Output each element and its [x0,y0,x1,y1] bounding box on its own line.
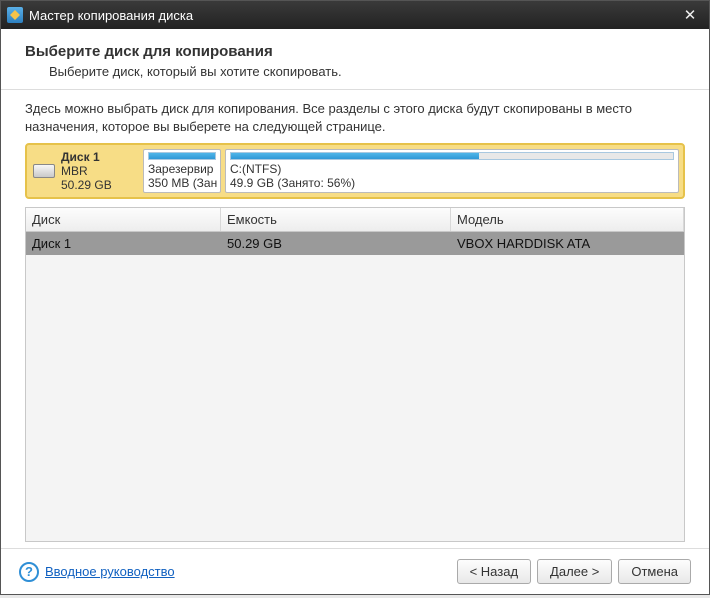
disk-label-text: Диск 1 MBR 50.29 GB [61,150,112,193]
next-button[interactable]: Далее > [537,559,612,584]
partition-reserved[interactable]: Зарезервир 350 MB (Зан [143,149,221,193]
disk-layout-box[interactable]: Диск 1 MBR 50.29 GB Зарезервир 350 MB (З… [25,143,685,199]
col-header-disk[interactable]: Диск [26,208,221,231]
table-row[interactable]: Диск 1 50.29 GB VBOX HARDDISK ATA [26,232,684,255]
partition-usage-fill [231,153,479,159]
help-icon[interactable]: ? [19,562,39,582]
partition-size: 350 MB (Зан [148,176,216,190]
window-title: Мастер копирования диска [29,8,193,23]
partition-usage-fill [149,153,215,159]
partition-label: Зарезервир [148,162,216,176]
cell-model: VBOX HARDDISK ATA [451,232,684,255]
app-icon [7,7,23,23]
titlebar: Мастер копирования диска ✕ [1,1,709,29]
partition-size: 49.9 GB (Занято: 56%) [230,176,674,190]
cancel-button[interactable]: Отмена [618,559,691,584]
help-link[interactable]: Вводное руководство [45,564,175,579]
wizard-footer: ? Вводное руководство < Назад Далее > От… [1,548,709,594]
page-title: Выберите диск для копирования [25,43,685,60]
back-button[interactable]: < Назад [457,559,531,584]
disk-summary: Диск 1 MBR 50.29 GB [31,149,139,193]
page-subtitle: Выберите диск, который вы хотите скопиро… [49,64,685,79]
partition-usage-bar [230,152,674,160]
cell-disk: Диск 1 [26,232,221,255]
disk-type: MBR [61,164,88,178]
disk-table: Диск Емкость Модель Диск 1 50.29 GB VBOX… [25,207,685,542]
table-header: Диск Емкость Модель [26,208,684,232]
partition-label: C:(NTFS) [230,162,674,176]
partition-c[interactable]: C:(NTFS) 49.9 GB (Занято: 56%) [225,149,679,193]
col-header-capacity[interactable]: Емкость [221,208,451,231]
disk-name: Диск 1 [61,150,100,164]
wizard-content: Здесь можно выбрать диск для копирования… [1,90,709,548]
wizard-window: Мастер копирования диска ✕ Выберите диск… [0,0,710,595]
disk-size: 50.29 GB [61,178,112,192]
wizard-header: Выберите диск для копирования Выберите д… [1,29,709,90]
table-body: Диск 1 50.29 GB VBOX HARDDISK ATA [26,232,684,541]
col-header-model[interactable]: Модель [451,208,684,231]
close-icon[interactable]: ✕ [677,5,703,25]
cell-capacity: 50.29 GB [221,232,451,255]
harddisk-icon [33,164,55,178]
partition-usage-bar [148,152,216,160]
instruction-text: Здесь можно выбрать диск для копирования… [25,100,685,135]
